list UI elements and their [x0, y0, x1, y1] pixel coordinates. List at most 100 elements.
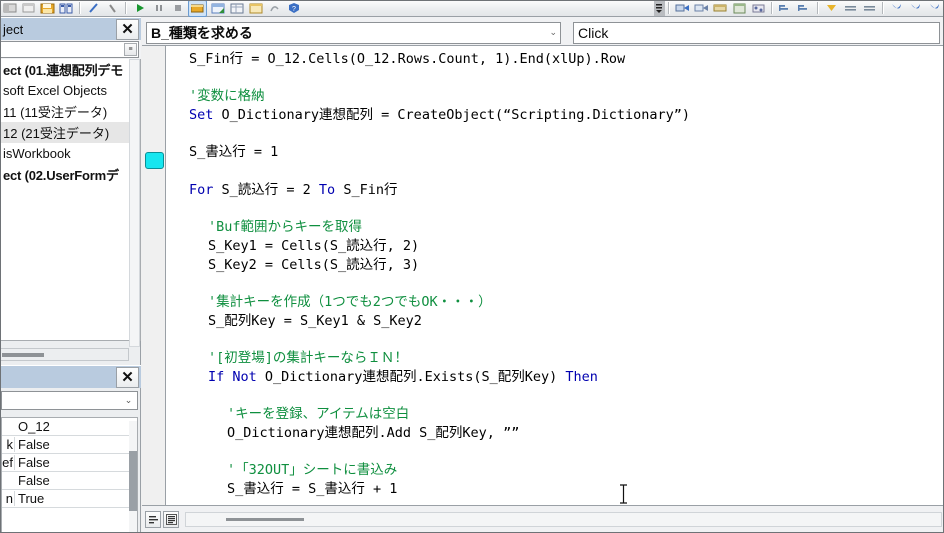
list-item[interactable]: 12 (21受注データ) [1, 122, 140, 143]
code-token: S_書込行 = S_書込行 + 1 [227, 480, 398, 497]
quick-watch-icon[interactable] [796, 1, 813, 16]
save-icon[interactable] [39, 1, 56, 16]
object-dropdown[interactable]: B_種類を求める ⌄ [146, 21, 561, 44]
project-tree-horizontal-scrollbar[interactable] [0, 348, 129, 361]
code-line[interactable]: S_Key1 = Cells(S_読込行, 2) [166, 237, 944, 256]
toolbar-overflow-button[interactable] [654, 0, 665, 16]
property-value[interactable]: True [15, 491, 137, 506]
code-line[interactable]: S_Key2 = Cells(S_読込行, 3) [166, 256, 944, 275]
code-line[interactable]: For S_読込行 = 2 To S_Fin行 [166, 181, 944, 200]
uncomment-block-icon[interactable] [861, 1, 878, 16]
list-item[interactable]: isWorkbook [1, 143, 140, 164]
project-tree[interactable]: ect (01.連想配列デモ soft Excel Objects 11 (11… [0, 59, 141, 341]
full-module-view-button[interactable] [163, 511, 179, 528]
table-row[interactable]: n True [2, 490, 137, 508]
code-line[interactable] [166, 162, 944, 181]
scrollbar-thumb[interactable] [2, 353, 44, 357]
find-icon[interactable] [85, 1, 102, 16]
code-line[interactable] [166, 200, 944, 219]
code-editor-area[interactable]: S_Fin行 = O_12.Cells(O_12.Rows.Count, 1).… [142, 45, 944, 505]
toolbar-separator [882, 2, 884, 14]
code-line[interactable] [166, 274, 944, 293]
table-row[interactable]: ef False [2, 454, 137, 472]
properties-window-icon[interactable] [228, 1, 245, 16]
code-window: B_種類を求める ⌄ Click S_Fin行 = O_12.Cells(O_1… [142, 17, 944, 533]
list-item[interactable]: ect (02.UserFormデ [1, 164, 140, 185]
code-line[interactable] [166, 442, 944, 461]
scrollbar-thumb[interactable] [129, 451, 137, 511]
code-line[interactable]: S_配列Key = S_Key1 & S_Key2 [166, 312, 944, 331]
code-line[interactable]: 'Buf範囲からキーを取得 [166, 218, 944, 237]
code-horizontal-scrollbar[interactable] [185, 512, 942, 527]
prev-bookmark-icon[interactable] [926, 1, 943, 16]
code-line[interactable]: S_書込行 = S_書込行 + 1 [166, 480, 944, 499]
table-row[interactable]: O_12 [2, 418, 137, 436]
code-line[interactable] [166, 69, 944, 88]
code-comment: 'キーを登録、アイテムは空白 [227, 406, 410, 423]
code-line[interactable] [166, 125, 944, 144]
procedure-dropdown[interactable]: Click [573, 21, 940, 44]
object-browser-icon[interactable] [247, 1, 264, 16]
project-explorer-combo[interactable]: ≡ [0, 41, 139, 58]
code-comment: 'Buf範囲からキーを取得 [208, 219, 363, 236]
properties-grid[interactable]: O_12 k False ef False False n True [1, 417, 138, 533]
code-line[interactable]: '集計キーを作成（1つでも2つでもOK・・・） [166, 293, 944, 312]
table-row[interactable]: k False [2, 436, 137, 454]
reset-icon[interactable] [169, 1, 186, 16]
code-line[interactable]: 'キーを登録、アイテムは空白 [166, 405, 944, 424]
toggle-bookmark-icon[interactable] [888, 1, 905, 16]
step-into-icon[interactable] [674, 1, 691, 16]
code-text[interactable]: S_Fin行 = O_12.Cells(O_12.Rows.Count, 1).… [166, 46, 944, 505]
code-line[interactable]: O_Dictionary連想配列.Add S_配列Key, ”” [166, 424, 944, 443]
properties-object-combo[interactable]: ⌄ [1, 391, 138, 410]
close-icon[interactable]: ✕ [116, 19, 139, 40]
project-explorer-icon[interactable] [209, 1, 226, 16]
chevron-down-icon[interactable]: ≡ [124, 43, 137, 56]
step-out-icon[interactable] [712, 1, 729, 16]
step-over-icon[interactable] [693, 1, 710, 16]
code-line[interactable]: S_Fin行 = O_12.Cells(O_12.Rows.Count, 1).… [166, 50, 944, 69]
code-line[interactable]: '変数に格納 [166, 87, 944, 106]
view-excel-icon[interactable] [1, 1, 18, 16]
code-line[interactable]: Set O_Dictionary連想配列 = CreateObject(“Scr… [166, 106, 944, 125]
scrollbar-thumb[interactable] [226, 518, 304, 521]
indicator-margin[interactable] [142, 46, 166, 505]
undo-icon[interactable] [104, 1, 121, 16]
code-line[interactable]: S_書込行 = 1 [166, 143, 944, 162]
toggle-breakpoint-icon[interactable] [823, 1, 840, 16]
code-window-header: B_種類を求める ⌄ Click [142, 17, 944, 45]
list-item[interactable]: 11 (11受注データ) [1, 101, 140, 122]
list-item[interactable]: soft Excel Objects [1, 80, 140, 101]
watch-window-icon[interactable] [777, 1, 794, 16]
comment-block-icon[interactable] [842, 1, 859, 16]
bookmark-marker[interactable] [145, 152, 164, 169]
insert-userform-icon[interactable] [20, 1, 37, 16]
design-mode-icon[interactable] [188, 0, 207, 17]
code-line[interactable] [166, 386, 944, 405]
run-icon[interactable] [131, 1, 148, 16]
next-bookmark-icon[interactable] [907, 1, 924, 16]
procedure-view-button[interactable] [145, 511, 161, 528]
help-icon[interactable]: ? [285, 1, 302, 16]
code-line[interactable]: If Not O_Dictionary連想配列.Exists(S_配列Key) … [166, 368, 944, 387]
table-row[interactable]: False [2, 472, 137, 490]
chevron-down-icon[interactable]: ⌄ [549, 27, 557, 37]
code-line[interactable] [166, 330, 944, 349]
immediate-window-icon[interactable] [750, 1, 767, 16]
pause-icon[interactable] [150, 1, 167, 16]
property-value[interactable]: False [15, 437, 137, 452]
toolbar-separator [771, 2, 773, 14]
code-line[interactable]: '[初登場]の集計キーならＩＮ！ [166, 349, 944, 368]
property-value[interactable]: False [15, 455, 137, 470]
list-item[interactable]: ect (01.連想配列デモ [1, 59, 140, 80]
property-value[interactable]: False [15, 473, 137, 488]
project-tree-vertical-scrollbar[interactable] [129, 59, 140, 347]
procedure-dropdown-value: Click [578, 24, 609, 41]
locals-window-icon[interactable] [731, 1, 748, 16]
chevron-down-icon[interactable]: ⌄ [121, 393, 136, 408]
code-line[interactable]: '「32OUT」シートに書込み [166, 461, 944, 480]
property-value[interactable]: O_12 [15, 419, 137, 434]
cut-copy-icon[interactable] [58, 1, 75, 16]
close-icon[interactable]: ✕ [116, 367, 139, 388]
toolbox-icon[interactable] [266, 1, 283, 16]
